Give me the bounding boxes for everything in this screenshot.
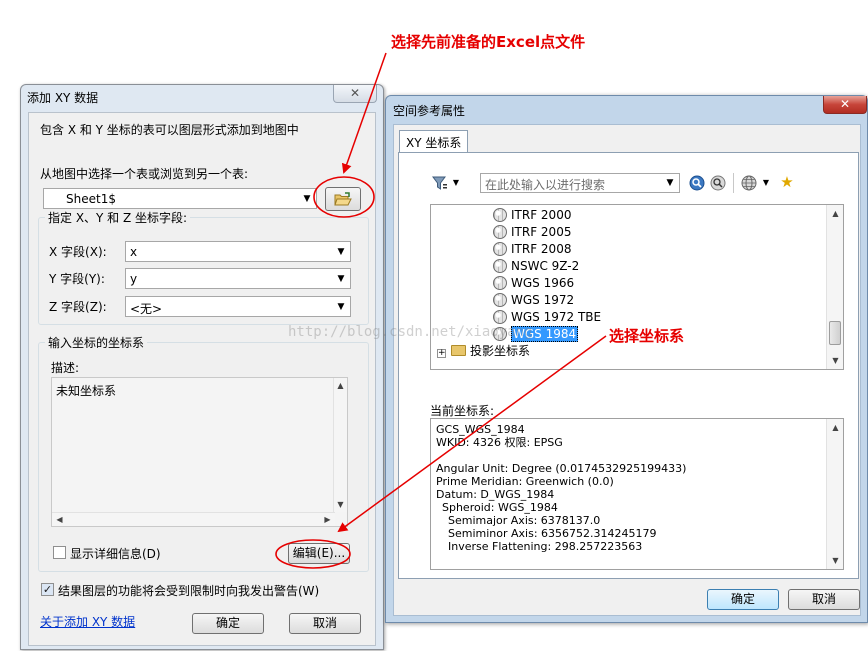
highlight-browse-ellipse	[313, 176, 375, 218]
highlight-edit-ellipse	[275, 539, 351, 569]
arrow-to-browse	[341, 52, 387, 174]
annotation-overlay	[275, 52, 607, 569]
arrow-to-edit	[337, 335, 607, 533]
